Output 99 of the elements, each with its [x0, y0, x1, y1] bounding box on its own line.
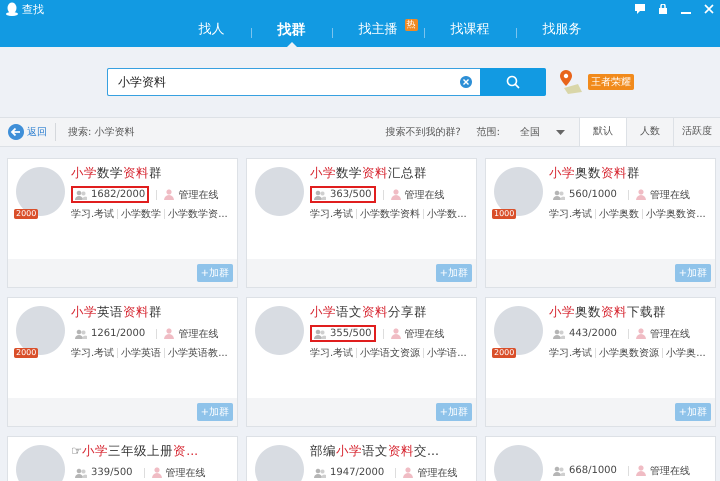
- capacity-badge: 2000: [492, 348, 516, 358]
- people-icon: [75, 328, 87, 338]
- hot-badge: 热: [404, 19, 418, 31]
- person-icon: [403, 467, 414, 478]
- admin-status: 管理在线: [404, 328, 445, 340]
- group-name[interactable]: 小学数学资料群: [71, 165, 228, 182]
- people-icon: [314, 328, 326, 338]
- search-query-label: 搜索: 小学资料: [68, 126, 135, 139]
- avatar-placeholder: [255, 167, 304, 216]
- group-tag[interactable]: 学习.考试: [549, 346, 592, 360]
- capacity-badge: 1000: [492, 209, 516, 219]
- group-tag[interactable]: 小学奥...: [666, 346, 706, 360]
- person-icon: [636, 189, 646, 200]
- admin-status: 管理在线: [650, 188, 690, 202]
- group-tag[interactable]: 小学奥数资源: [599, 346, 660, 360]
- group-tag[interactable]: 小学奥数: [599, 207, 640, 221]
- people-icon: [553, 328, 565, 338]
- group-name[interactable]: 小学语文资料分享群: [310, 304, 467, 321]
- close-icon[interactable]: [704, 4, 714, 14]
- group-tag[interactable]: 小学奥数资...: [646, 207, 706, 221]
- member-count: 1682/2000: [71, 186, 150, 203]
- group-name[interactable]: 小学奥数资料下载群: [549, 304, 706, 321]
- group-name[interactable]: 小学奥数资料群: [549, 165, 706, 182]
- search-button[interactable]: [480, 68, 546, 96]
- capacity-badge: 2000: [14, 209, 38, 219]
- people-icon: [75, 468, 87, 478]
- caret-icon: [556, 130, 565, 134]
- admin-status: 管理在线: [166, 466, 206, 480]
- member-count: 443/2000: [549, 325, 621, 342]
- group-card[interactable]: 2000 小学数学资料群 1682/2000 管理在线 学习.考试 小学数学 小学数学资... +加群: [7, 158, 238, 288]
- avatar-placeholder: [255, 445, 304, 481]
- lock-icon[interactable]: [658, 4, 668, 14]
- admin-status: 管理在线: [178, 188, 218, 202]
- person-icon: [636, 465, 646, 476]
- sort-tab[interactable]: 人数: [626, 118, 673, 146]
- group-name[interactable]: 小学英语资料群: [71, 304, 228, 321]
- admin-status: 管理在线: [404, 188, 445, 202]
- admin-status: 管理在线: [650, 328, 690, 340]
- search-field[interactable]: 小学资料: [107, 68, 480, 96]
- group-card[interactable]: 668/1000 管理在线: [485, 436, 716, 481]
- admin-status: 管理在线: [650, 464, 690, 478]
- group-tag[interactable]: 小学数学资料: [360, 207, 420, 221]
- group-tag[interactable]: 小学数...: [427, 207, 467, 221]
- group-tag[interactable]: 小学数学资...: [168, 207, 228, 221]
- person-icon: [164, 189, 174, 200]
- map-pin-icon[interactable]: [558, 68, 584, 96]
- member-count: 1261/2000: [71, 325, 150, 342]
- person-icon: [390, 189, 401, 200]
- group-card[interactable]: 部编小学语文资料交... 1947/2000 管理在线: [246, 436, 477, 481]
- group-tag[interactable]: 小学英语: [121, 346, 162, 360]
- person-icon: [636, 328, 646, 339]
- group-card[interactable]: 2000 小学英语资料群 1261/2000 管理在线 学习.考试 小学英语 小学英语教... +加群: [7, 297, 238, 427]
- member-count: 355/500: [310, 325, 376, 342]
- person-icon: [390, 328, 401, 339]
- group-tag[interactable]: 学习.考试: [71, 207, 114, 221]
- group-tag[interactable]: 学习.考试: [71, 346, 114, 360]
- window-title: 查找: [22, 2, 44, 16]
- feedback-icon[interactable]: [635, 4, 645, 14]
- sort-tab[interactable]: 活跃度: [673, 118, 720, 146]
- group-tag[interactable]: 学习.考试: [549, 207, 592, 221]
- people-icon: [314, 190, 326, 200]
- sort-tab[interactable]: 默认: [579, 118, 626, 146]
- member-count: 363/500: [310, 186, 376, 203]
- group-card[interactable]: ☞小学三年级上册资... 339/500 管理在线: [7, 436, 238, 481]
- people-icon: [75, 190, 87, 200]
- person-icon: [152, 467, 162, 478]
- group-name[interactable]: 小学数学资料汇总群: [310, 165, 467, 182]
- group-tag[interactable]: 小学语...: [427, 346, 467, 360]
- member-count: 668/1000: [549, 462, 621, 479]
- admin-status: 管理在线: [178, 328, 218, 340]
- people-icon: [553, 466, 565, 476]
- avatar-placeholder: [16, 445, 65, 481]
- clear-icon[interactable]: [460, 76, 472, 88]
- group-name[interactable]: 部编小学语文资料交...: [310, 443, 458, 460]
- group-tag[interactable]: 学习.考试: [310, 346, 354, 360]
- group-card[interactable]: 2000 小学奥数资料下载群 443/2000 管理在线 学习.考试 小学奥数资源 小学奥... +加群: [485, 297, 716, 427]
- people-icon: [314, 468, 326, 478]
- admin-status: 管理在线: [417, 466, 458, 480]
- people-icon: [553, 190, 565, 200]
- group-tag[interactable]: 学习.考试: [310, 207, 354, 221]
- range-label: 范围:: [476, 126, 500, 139]
- group-card[interactable]: 1000 小学奥数资料群 560/1000 管理在线 学习.考试 小学奥数 小学奥数资... +加群: [485, 158, 716, 288]
- group-tag[interactable]: 小学语文资源: [360, 346, 420, 360]
- person-icon: [164, 328, 174, 339]
- avatar-placeholder: [255, 306, 304, 355]
- help-link[interactable]: 搜索不到我的群?: [385, 125, 461, 139]
- member-count: 339/500: [71, 464, 137, 481]
- avatar-placeholder: [494, 445, 543, 481]
- member-count: 1947/2000: [310, 464, 388, 481]
- group-card[interactable]: 小学语文资料分享群 355/500 管理在线 学习.考试 小学语文资源 小学语... +加群: [246, 297, 477, 427]
- search-icon: [506, 75, 520, 89]
- group-card[interactable]: 小学数学资料汇总群 363/500 管理在线 学习.考试 小学数学资料 小学数... +加群: [246, 158, 477, 288]
- range-dropdown[interactable]: 全国: [520, 125, 565, 139]
- group-tag[interactable]: 小学英语教...: [168, 346, 228, 360]
- capacity-badge: 2000: [14, 348, 38, 358]
- member-count: 560/1000: [549, 186, 621, 203]
- back-link[interactable]: 返回: [0, 124, 55, 140]
- group-tag[interactable]: 小学数学: [121, 207, 162, 221]
- group-name[interactable]: ☞小学三年级上册资...: [71, 443, 206, 460]
